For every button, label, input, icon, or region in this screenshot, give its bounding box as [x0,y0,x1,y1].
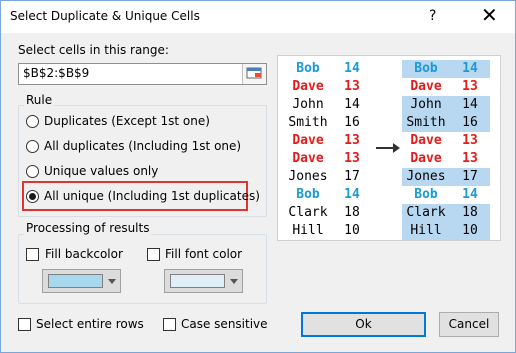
dialog-title: Select Duplicate & Unique Cells [10,9,200,23]
preview-cell-value: 10 [450,222,490,240]
range-label: Select cells in this range: [18,43,169,57]
preview-cell-value: 13 [450,78,490,96]
preview-cell-name: Dave [402,78,450,96]
preview-cell-name: Hill [402,222,450,240]
range-input[interactable]: $B$2:$B$9 [18,63,267,85]
backcolor-dropdown[interactable] [42,269,121,293]
radio-duplicates-except-first[interactable] [26,115,39,128]
preview-cell-value: 10 [332,222,372,240]
select-entire-rows-label: Select entire rows [36,317,144,331]
case-sensitive-label: Case sensitive [181,317,268,331]
preview-cell-name: Dave [284,132,332,150]
close-icon[interactable]: ✕ [481,4,498,26]
rule-group-title: Rule [24,93,55,107]
range-value: $B$2:$B$9 [23,66,90,80]
preview-cell-name: Jones [402,168,450,186]
radio-label-duplicates-except-first: Duplicates (Except 1st one) [44,114,210,128]
range-selector-button[interactable] [242,64,266,84]
fill-font-color-label: Fill font color [165,247,243,261]
radio-label-all-unique: All unique (Including 1st duplicates) [44,189,260,203]
preview-cell-name: Dave [284,150,332,168]
font-color-swatch [170,274,225,288]
arrow-right-icon [376,143,400,153]
cancel-button[interactable]: Cancel [439,312,499,337]
preview-cell-name: Bob [402,60,450,78]
preview-cell-value: 18 [332,204,372,222]
preview-cell-value: 14 [332,60,372,78]
radio-label-unique-values-only: Unique values only [44,164,159,178]
preview-cell-value: 14 [450,186,490,204]
radio-label-all-duplicates: All duplicates (Including 1st one) [44,139,242,153]
radio-selected-dot [29,193,36,200]
preview-panel: Bob 14 Dave 13 John 14 Smith 16 Dave 13 Dave 13 Jone… [277,55,501,241]
preview-cell-name: John [284,96,332,114]
preview-cell-value: 14 [450,96,490,114]
preview-cell-value: 14 [450,60,490,78]
preview-cell-name: Clark [284,204,332,222]
select-entire-rows-checkbox[interactable] [18,318,31,331]
preview-cell-value: 13 [332,132,372,150]
preview-cell-name: Smith [402,114,450,132]
dialog-window: Select Duplicate & Unique Cells ? ✕ Sele… [0,0,516,353]
chevron-down-icon [230,279,238,284]
backcolor-swatch [48,274,103,288]
title-bar: Select Duplicate & Unique Cells ? ✕ [1,1,515,33]
preview-cell-value: 13 [332,150,372,168]
preview-cell-name: Clark [402,204,450,222]
fill-backcolor-label: Fill backcolor [45,247,123,261]
preview-cell-value: 17 [450,168,490,186]
preview-cell-name: John [402,96,450,114]
preview-cell-name: Dave [284,78,332,96]
preview-cell-name: Bob [284,60,332,78]
preview-cell-value: 13 [450,132,490,150]
preview-cell-value: 13 [332,78,372,96]
preview-cell-value: 14 [332,186,372,204]
preview-cell-name: Dave [402,132,450,150]
preview-cell-value: 14 [332,96,372,114]
preview-cell-name: Bob [284,186,332,204]
fill-font-color-checkbox[interactable] [147,248,160,261]
fill-backcolor-checkbox[interactable] [26,248,39,261]
radio-all-unique[interactable] [26,190,39,203]
preview-cell-name: Dave [402,150,450,168]
chevron-down-icon [108,279,116,284]
processing-group-title: Processing of results [24,221,152,235]
ok-button[interactable]: Ok [301,312,426,337]
preview-cell-name: Hill [284,222,332,240]
preview-cell-name: Jones [284,168,332,186]
font-color-dropdown[interactable] [164,269,243,293]
range-select-icon [246,67,262,79]
preview-cell-value: 17 [332,168,372,186]
preview-cell-value: 16 [332,114,372,132]
case-sensitive-checkbox[interactable] [163,318,176,331]
preview-cell-value: 18 [450,204,490,222]
preview-cell-name: Smith [284,114,332,132]
preview-cell-value: 16 [450,114,490,132]
preview-cell-value: 13 [450,150,490,168]
radio-all-duplicates[interactable] [26,140,39,153]
preview-cell-name: Bob [402,186,450,204]
help-button[interactable]: ? [429,8,436,24]
radio-unique-values-only[interactable] [26,165,39,178]
